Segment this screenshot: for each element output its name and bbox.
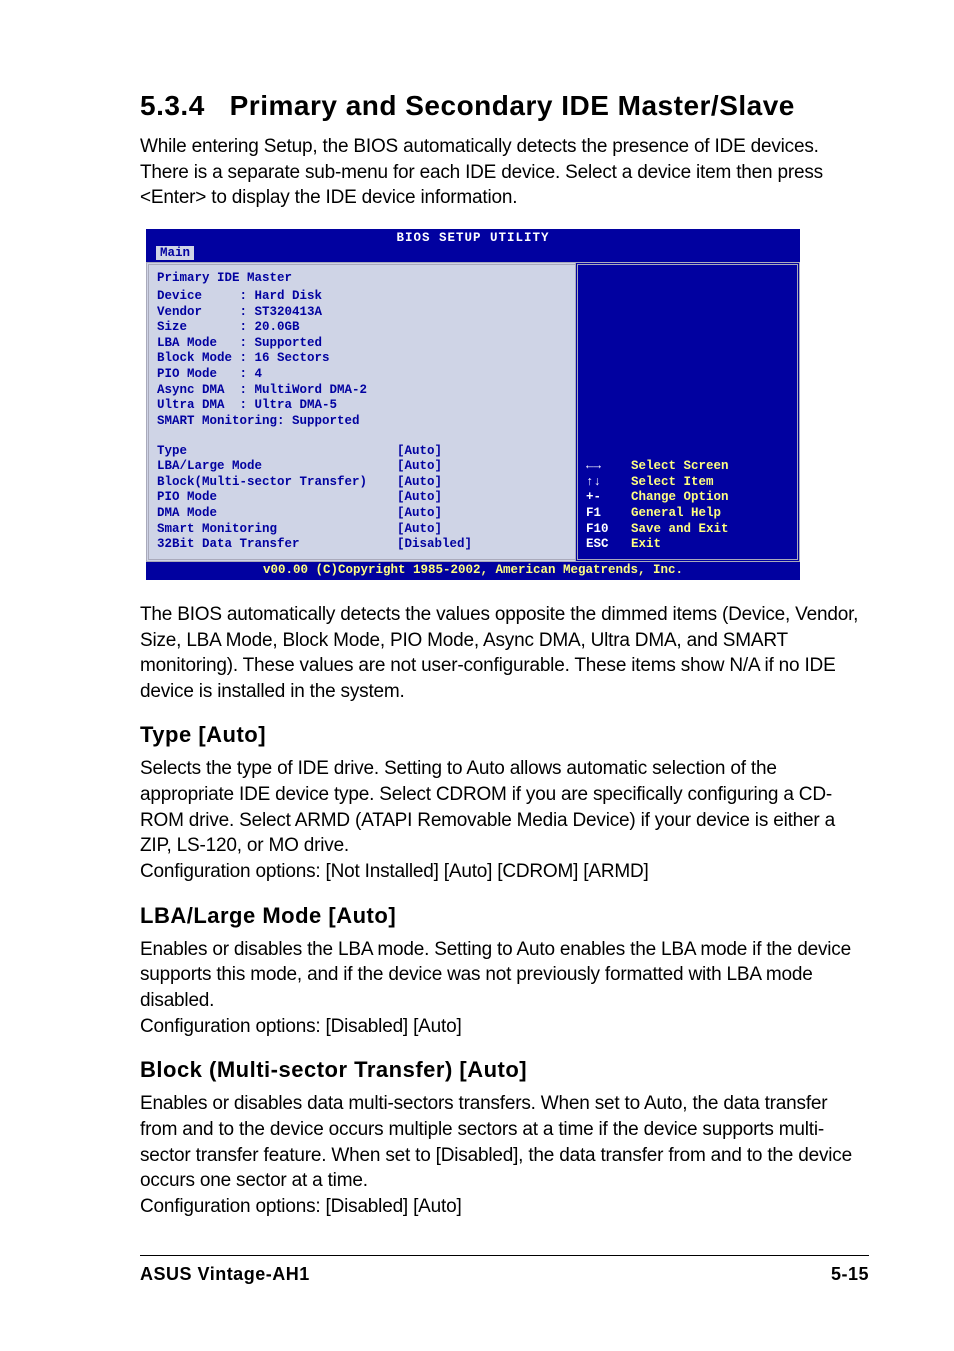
bios-title: BIOS SETUP UTILITY (396, 231, 549, 245)
nav-key: ↑↓ (586, 475, 631, 489)
nav-label: Change Option (631, 490, 729, 504)
section-number: 5.3.4 (140, 90, 205, 121)
lba-body: Enables or disables the LBA mode. Settin… (140, 937, 869, 1040)
bios-nav-row: F1 General Help (586, 506, 789, 522)
intro-paragraph: While entering Setup, the BIOS automatic… (140, 134, 869, 211)
bios-nav-help: ←→ Select Screen↑↓ Select Item+- Change … (586, 459, 789, 553)
bios-info-row: Ultra DMA : Ultra DMA-5 (157, 398, 567, 414)
bios-tabs: Main (146, 246, 800, 262)
bios-info-row: Size : 20.0GB (157, 320, 567, 336)
nav-label: Select Item (631, 475, 714, 489)
block-heading: Block (Multi-sector Transfer) [Auto] (140, 1057, 869, 1083)
type-body: Selects the type of IDE drive. Setting t… (140, 756, 869, 884)
bios-copyright-footer: v00.00 (C)Copyright 1985-2002, American … (146, 562, 800, 580)
after-bios-paragraph: The BIOS automatically detects the value… (140, 602, 869, 705)
bios-option-row: 32Bit Data Transfer [Disabled] (157, 537, 567, 553)
bios-nav-row: ↑↓ Select Item (586, 475, 789, 491)
bios-left-panel: Primary IDE Master Device : Hard DiskVen… (146, 262, 575, 562)
bios-tab-main: Main (156, 246, 194, 260)
bios-option-row: Smart Monitoring [Auto] (157, 522, 567, 538)
bios-panel-heading: Primary IDE Master (157, 271, 567, 285)
bios-option-row: DMA Mode [Auto] (157, 506, 567, 522)
bios-info-row: Vendor : ST320413A (157, 305, 567, 321)
bios-info-row: Device : Hard Disk (157, 289, 567, 305)
page-footer: ASUS Vintage-AH1 5-15 (140, 1255, 869, 1285)
bios-nav-row: ESC Exit (586, 537, 789, 553)
nav-key: ESC (586, 537, 631, 551)
footer-product: ASUS Vintage-AH1 (140, 1264, 310, 1285)
lba-heading: LBA/Large Mode [Auto] (140, 903, 869, 929)
nav-key: +- (586, 490, 631, 504)
bios-help-panel: ←→ Select Screen↑↓ Select Item+- Change … (575, 262, 800, 562)
bios-nav-row: +- Change Option (586, 490, 789, 506)
bios-option-row: Block(Multi-sector Transfer) [Auto] (157, 475, 567, 491)
bios-option-row: LBA/Large Mode [Auto] (157, 459, 567, 475)
nav-label: General Help (631, 506, 721, 520)
bios-options-list: Type [Auto]LBA/Large Mode [Auto]Block(Mu… (157, 444, 567, 553)
nav-label: Select Screen (631, 459, 729, 473)
nav-key: F1 (586, 506, 631, 520)
bios-nav-row: ←→ Select Screen (586, 459, 789, 475)
section-heading-text: Primary and Secondary IDE Master/Slave (230, 90, 795, 121)
nav-key: F10 (586, 522, 631, 536)
bios-info-row: LBA Mode : Supported (157, 336, 567, 352)
nav-label: Exit (631, 537, 661, 551)
section-title: 5.3.4 Primary and Secondary IDE Master/S… (140, 90, 869, 122)
bios-screenshot: BIOS SETUP UTILITY Main Primary IDE Mast… (146, 229, 800, 580)
bios-nav-row: F10 Save and Exit (586, 522, 789, 538)
footer-page-number: 5-15 (831, 1264, 869, 1285)
bios-info-row: PIO Mode : 4 (157, 367, 567, 383)
bios-titlebar: BIOS SETUP UTILITY (146, 229, 800, 246)
bios-info-row: SMART Monitoring: Supported (157, 414, 567, 430)
bios-option-row: Type [Auto] (157, 444, 567, 460)
type-heading: Type [Auto] (140, 722, 869, 748)
block-body: Enables or disables data multi-sectors t… (140, 1091, 869, 1219)
bios-body: Primary IDE Master Device : Hard DiskVen… (146, 262, 800, 562)
nav-label: Save and Exit (631, 522, 729, 536)
nav-key: ←→ (586, 459, 631, 473)
bios-info-row: Async DMA : MultiWord DMA-2 (157, 383, 567, 399)
bios-info-row: Block Mode : 16 Sectors (157, 351, 567, 367)
bios-info-list: Device : Hard DiskVendor : ST320413ASize… (157, 289, 567, 430)
bios-option-row: PIO Mode [Auto] (157, 490, 567, 506)
